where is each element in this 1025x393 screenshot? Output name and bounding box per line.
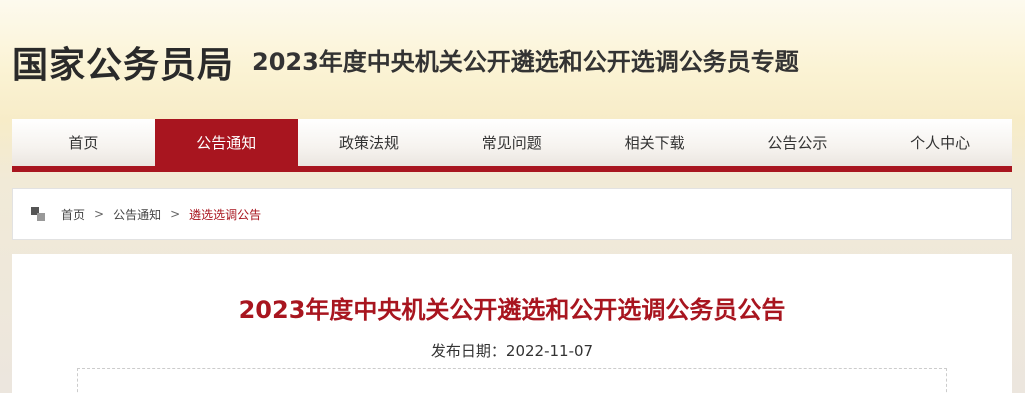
publish-date-row: 发布日期：2022-11-07 (12, 340, 1012, 361)
site-header: 国家公务员局 2023年度中央机关公开遴选和公开选调公务员专题 (0, 0, 1025, 118)
article-title: 2023年度中央机关公开遴选和公开选调公务员公告 (238, 296, 786, 324)
breadcrumb-home-link[interactable]: 首页 (61, 206, 85, 223)
location-icon (31, 207, 47, 221)
breadcrumb-section-link[interactable]: 公告通知 (113, 206, 161, 223)
breadcrumb-separator: > (170, 207, 181, 221)
nav-item-personal-center[interactable]: 个人中心 (869, 119, 1012, 166)
article-body-frame (77, 368, 947, 393)
site-logo[interactable]: 国家公务员局 (12, 36, 234, 88)
publish-date-label: 发布日期： (430, 342, 506, 360)
nav-item-policies[interactable]: 政策法规 (298, 119, 441, 166)
breadcrumb: 首页 > 公告通知 > 遴选选调公告 (12, 188, 1012, 240)
nav-item-public-notices[interactable]: 公告公示 (726, 119, 869, 166)
breadcrumb-current-link[interactable]: 遴选选调公告 (189, 206, 261, 223)
main-nav: 首页 公告通知 政策法规 常见问题 相关下载 公告公示 个人中心 (12, 119, 1012, 172)
site-subtitle: 2023年度中央机关公开遴选和公开选调公务员专题 (252, 48, 799, 76)
article-panel: 2023年度中央机关公开遴选和公开选调公务员公告 发布日期：2022-11-07 (12, 254, 1012, 393)
nav-item-announcements[interactable]: 公告通知 (154, 119, 298, 166)
breadcrumb-separator: > (94, 207, 105, 221)
nav-item-faq[interactable]: 常见问题 (440, 119, 583, 166)
publish-date: 2022-11-07 (505, 342, 594, 360)
nav-item-downloads[interactable]: 相关下载 (583, 119, 726, 166)
nav-item-home[interactable]: 首页 (12, 119, 155, 166)
